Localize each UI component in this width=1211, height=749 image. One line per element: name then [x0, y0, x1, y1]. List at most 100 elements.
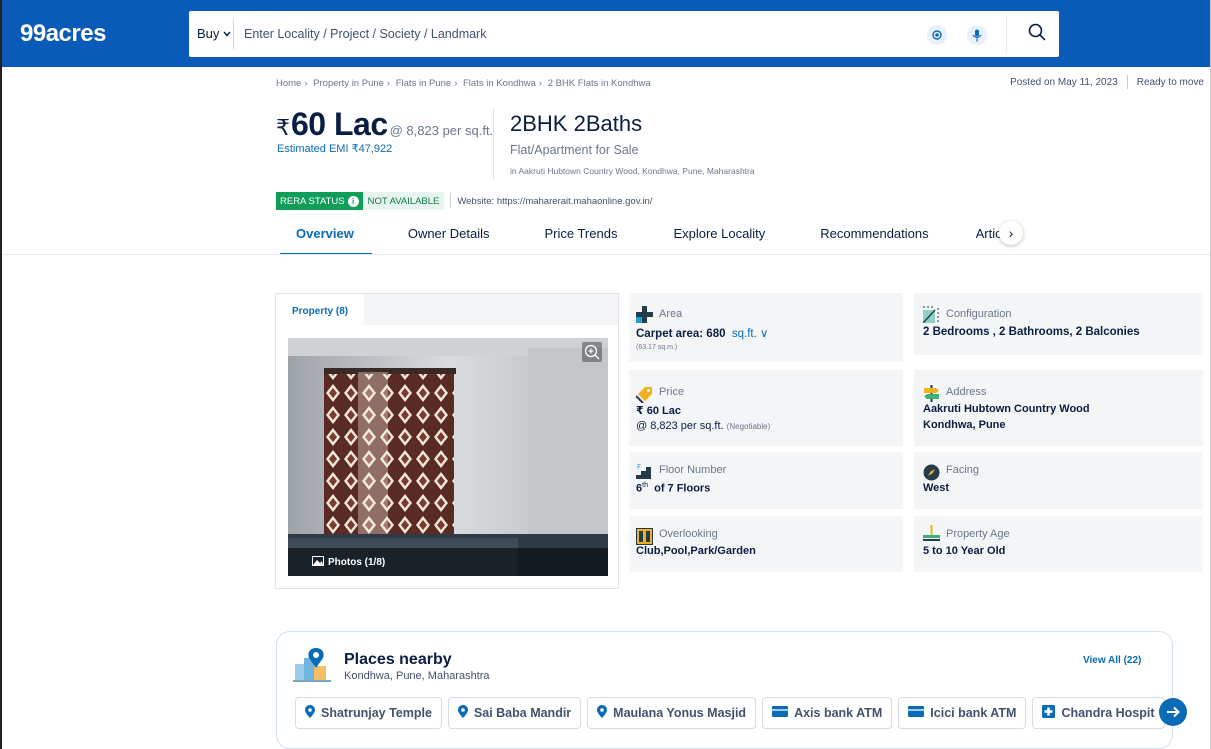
- property-photo[interactable]: Photos (1/8): [288, 338, 608, 576]
- search-icon[interactable]: [1027, 22, 1051, 46]
- floor-value: 6th of 7 Floors: [636, 482, 710, 495]
- window-icon: [636, 528, 653, 545]
- total-floors: of 7 Floors: [654, 482, 711, 495]
- photo-gallery: Property (8) Photos (1/8): [275, 293, 619, 589]
- price-per-sqft-value: @ 8,823 per sq.ft.: [636, 420, 724, 432]
- divider: [1006, 15, 1007, 53]
- detail-area: Area Carpet area: 680 sq.ft. ∨ (63.17 sq…: [629, 293, 903, 362]
- place-chip-label: Axis bank ATM: [794, 706, 883, 720]
- breadcrumb-item[interactable]: 2 BHK Flats in Kondhwa: [548, 78, 651, 89]
- info-icon[interactable]: i: [347, 195, 359, 207]
- places-nearby-subtitle: Kondhwa, Pune, Maharashtra: [344, 670, 490, 682]
- configuration-value: 2 Bedrooms , 2 Bathrooms, 2 Balconies: [923, 326, 1140, 338]
- zoom-in-icon[interactable]: [582, 342, 602, 362]
- svg-text:F: F: [637, 463, 641, 471]
- divider: [450, 194, 452, 208]
- search-bar: Buy: [189, 11, 1059, 57]
- area-value: Carpet area: 680 sq.ft. ∨: [636, 326, 768, 340]
- photo-counter-label: Photos (1/8): [328, 556, 386, 568]
- chevron-down-icon: [223, 29, 231, 39]
- price-amount: 60 Lac: [291, 106, 388, 142]
- facing-label: Facing: [946, 464, 980, 476]
- address-label: Address: [946, 386, 987, 398]
- page: 99acres Buy Home› Property in P: [0, 0, 1211, 749]
- place-chip-label: Shatrunjay Temple: [321, 706, 432, 720]
- microphone-icon[interactable]: [967, 25, 987, 45]
- area-unit: sq.ft.: [731, 328, 757, 340]
- city-location-icon: [293, 646, 331, 687]
- divider: [493, 108, 494, 180]
- listing-title: 2BHK 2Baths: [510, 111, 643, 136]
- place-chip[interactable]: Chandra Hospit: [1032, 697, 1165, 729]
- detail-property-age: Property Age 5 to 10 Year Old: [914, 516, 1203, 572]
- breadcrumb-item[interactable]: Flats in Kondhwa: [463, 78, 536, 89]
- rera-status-label: RERA STATUS: [280, 195, 345, 207]
- tab-owner-details[interactable]: Owner Details: [408, 218, 490, 254]
- location-pin-icon: [457, 705, 468, 721]
- tab-recommendations[interactable]: Recommendations: [820, 218, 928, 254]
- signpost-icon: [923, 385, 940, 402]
- location-pin-icon: [597, 705, 608, 721]
- gallery-icon: [312, 555, 324, 569]
- place-chip-label: Chandra Hospit: [1061, 706, 1155, 720]
- tab-overview[interactable]: Overview: [280, 218, 372, 255]
- area-unit-dropdown[interactable]: sq.ft. ∨: [732, 328, 769, 340]
- place-chip-label: Sai Baba Mandir: [473, 706, 572, 720]
- price-label: Price: [659, 386, 685, 398]
- places-nearby-title: Places nearby: [344, 651, 452, 668]
- posted-info: Posted on May 11, 2023 Ready to move: [1010, 75, 1204, 89]
- breadcrumb-item[interactable]: Property in Pune: [313, 78, 384, 89]
- price-tag-icon: [635, 386, 653, 404]
- price-value: ₹ 60 Lac: [636, 405, 681, 417]
- place-chip[interactable]: Icici bank ATM: [898, 697, 1027, 729]
- overlooking-label: Overlooking: [659, 528, 718, 540]
- locate-me-icon[interactable]: [927, 25, 947, 45]
- detail-address: Address Aakruti Hubtown Country Wood Kon…: [914, 370, 1203, 446]
- section-tabs: Overview Owner Details Price Trends Expl…: [280, 218, 1026, 255]
- site-logo[interactable]: 99acres: [20, 20, 106, 48]
- place-chip[interactable]: Axis bank ATM: [762, 697, 893, 729]
- building-age-icon: [923, 525, 940, 542]
- view-all-places-link[interactable]: View All (22): [1083, 655, 1141, 666]
- floor-label: Floor Number: [659, 464, 727, 476]
- detail-price: Price ₹ 60 Lac @ 8,823 per sq.ft. (Negot…: [629, 370, 903, 446]
- breadcrumb: Home › Property in Pune › Flats in Pune › F…: [276, 78, 651, 89]
- breadcrumb-item[interactable]: Home: [276, 78, 301, 89]
- place-chip-label: Icici bank ATM: [930, 706, 1017, 720]
- divider: [233, 19, 234, 49]
- arrow-right-icon[interactable]: [1159, 698, 1187, 726]
- price-per-sqft: @ 8,823 per sq.ft.: [389, 123, 494, 138]
- possession-status: Ready to move: [1136, 76, 1204, 88]
- estimated-emi-link[interactable]: Estimated EMI ₹47,922: [277, 142, 392, 155]
- place-chip-label: Maulana Yonus Masjid: [613, 706, 747, 720]
- place-chip[interactable]: Maulana Yonus Masjid: [587, 697, 757, 729]
- buy-dropdown[interactable]: Buy: [197, 26, 231, 41]
- price-display: ₹ 60 Lac @ 8,823 per sq.ft.: [276, 106, 493, 143]
- overlooking-value: Club,Pool,Park/Garden: [636, 545, 756, 557]
- detail-floor: F Floor Number 6th of 7 Floors: [629, 452, 903, 509]
- rera-status-value: NOT AVAILABLE: [362, 192, 445, 210]
- chevron-right-icon[interactable]: ›: [999, 221, 1023, 245]
- photo-counter[interactable]: Photos (1/8): [288, 548, 608, 576]
- search-input[interactable]: [244, 23, 894, 45]
- tab-price-trends[interactable]: Price Trends: [544, 218, 617, 254]
- detail-configuration: Configuration 2 Bedrooms , 2 Bathrooms, …: [914, 293, 1203, 355]
- place-chip[interactable]: Shatrunjay Temple: [295, 697, 442, 729]
- area-icon: [636, 306, 653, 323]
- tab-explore-locality[interactable]: Explore Locality: [673, 218, 765, 254]
- tab-property-photos[interactable]: Property (8): [276, 294, 364, 325]
- detail-overlooking: Overlooking Club,Pool,Park/Garden: [629, 516, 903, 572]
- chevron-down-icon: ∨: [760, 328, 769, 340]
- breadcrumb-item[interactable]: Flats in Pune: [396, 78, 451, 89]
- rera-status-badge[interactable]: RERA STATUS i: [276, 192, 363, 210]
- atm-card-icon: [908, 706, 925, 720]
- compass-icon: [923, 464, 940, 481]
- carpet-area-text: Carpet area: 680: [636, 328, 726, 340]
- place-chip[interactable]: Sai Baba Mandir: [447, 697, 582, 729]
- area-sqm: (63.17 sq.m.): [636, 344, 678, 351]
- divider: [1126, 75, 1128, 89]
- property-age-label: Property Age: [946, 528, 1010, 540]
- buy-dropdown-label: Buy: [197, 26, 220, 41]
- places-nearby-card: Places nearby Kondhwa, Pune, Maharashtra…: [276, 631, 1173, 749]
- posted-date: Posted on May 11, 2023: [1010, 76, 1118, 88]
